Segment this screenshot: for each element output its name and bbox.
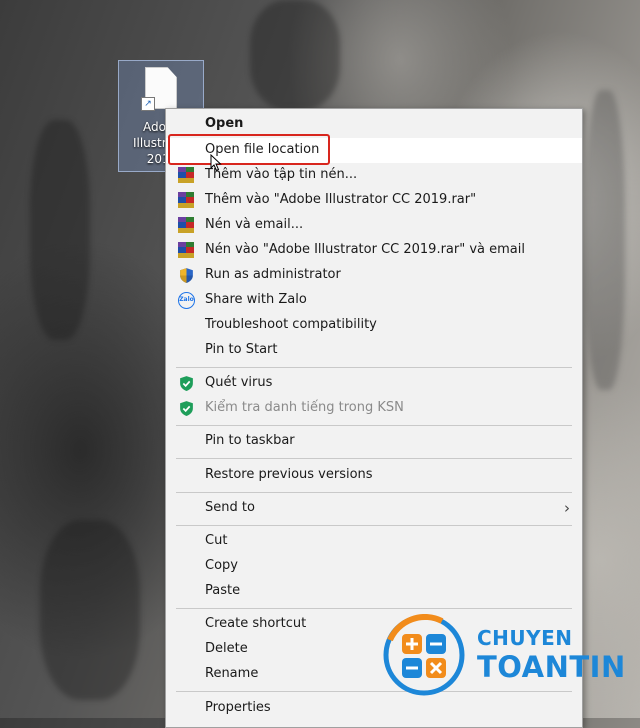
menu-item-compress-to-rar-email[interactable]: Nén vào "Adobe Illustrator CC 2019.rar" … <box>166 238 582 263</box>
menu-item-label: Pin to taskbar <box>205 433 295 448</box>
winrar-icon <box>178 167 195 184</box>
menu-item-label: Pin to Start <box>205 342 278 357</box>
menu-item-label: Thêm vào "Adobe Illustrator CC 2019.rar" <box>205 192 477 207</box>
menu-item-label: Restore previous versions <box>205 467 373 482</box>
menu-separator <box>176 608 572 609</box>
menu-item-cut[interactable]: Cut <box>166 529 582 554</box>
menu-item-add-to-rar[interactable]: Thêm vào "Adobe Illustrator CC 2019.rar" <box>166 188 582 213</box>
menu-item-restore-previous-versions[interactable]: Restore previous versions <box>166 463 582 488</box>
mouse-cursor-icon <box>210 154 222 172</box>
wallpaper-streak <box>30 120 90 340</box>
menu-item-label: Nén vào "Adobe Illustrator CC 2019.rar" … <box>205 242 525 257</box>
menu-item-add-to-archive[interactable]: Thêm vào tập tin nén... <box>166 163 582 188</box>
winrar-icon <box>178 192 195 209</box>
menu-item-share-with-zalo[interactable]: Zalo Share with Zalo <box>166 288 582 313</box>
shortcut-arrow-icon: ↗ <box>141 97 155 111</box>
menu-item-paste[interactable]: Paste <box>166 579 582 604</box>
menu-item-label: Delete <box>205 641 248 656</box>
menu-item-scan-virus[interactable]: Quét virus <box>166 371 582 396</box>
zalo-icon: Zalo <box>178 292 195 309</box>
menu-item-check-ksn-reputation[interactable]: Kiểm tra danh tiếng trong KSN <box>166 396 582 421</box>
menu-item-pin-to-start[interactable]: Pin to Start <box>166 338 582 363</box>
menu-item-label: Create shortcut <box>205 616 307 631</box>
menu-item-label: Cut <box>205 533 228 548</box>
menu-item-pin-to-taskbar[interactable]: Pin to taskbar <box>166 429 582 454</box>
wallpaper-streak <box>250 0 340 110</box>
menu-separator <box>176 458 572 459</box>
wallpaper-streak <box>585 90 625 390</box>
menu-item-label: Send to <box>205 500 255 515</box>
uac-shield-icon <box>178 267 195 284</box>
chuyentoantin-logo: CHUYEN TOANTIN <box>382 613 632 696</box>
menu-item-label: Kiểm tra danh tiếng trong KSN <box>205 400 404 415</box>
wallpaper-streak <box>40 520 140 700</box>
winrar-icon <box>178 242 195 259</box>
menu-separator <box>176 425 572 426</box>
menu-separator <box>176 525 572 526</box>
menu-item-copy[interactable]: Copy <box>166 554 582 579</box>
logo-text-line2: TOANTIN <box>477 650 626 684</box>
menu-item-label: Share with Zalo <box>205 292 307 307</box>
menu-item-compress-email[interactable]: Nén và email... <box>166 213 582 238</box>
kaspersky-shield-icon <box>178 375 195 392</box>
logo-text-line1: CHUYEN <box>477 626 573 650</box>
menu-item-label: Properties <box>205 700 271 715</box>
menu-item-label: Run as administrator <box>205 267 341 282</box>
menu-item-label: Rename <box>205 666 259 681</box>
kaspersky-shield-icon <box>178 400 195 417</box>
annotation-highlight-box <box>168 134 330 165</box>
winrar-icon <box>178 217 195 234</box>
menu-item-label: Thêm vào tập tin nén... <box>205 167 358 182</box>
menu-item-troubleshoot-compatibility[interactable]: Troubleshoot compatibility <box>166 313 582 338</box>
calculator-logo-icon <box>383 613 465 696</box>
chevron-right-icon: › <box>564 499 570 517</box>
menu-separator <box>176 367 572 368</box>
menu-item-run-as-administrator[interactable]: Run as administrator <box>166 263 582 288</box>
menu-item-label: Nén và email... <box>205 217 304 232</box>
menu-item-label: Copy <box>205 558 238 573</box>
menu-item-send-to[interactable]: Send to › <box>166 496 582 521</box>
menu-item-label: Paste <box>205 583 241 598</box>
menu-separator <box>176 492 572 493</box>
menu-item-label: Troubleshoot compatibility <box>205 317 377 332</box>
menu-item-label: Open <box>205 116 244 131</box>
menu-item-properties[interactable]: Properties <box>166 696 582 721</box>
menu-item-label: Quét virus <box>205 375 273 390</box>
